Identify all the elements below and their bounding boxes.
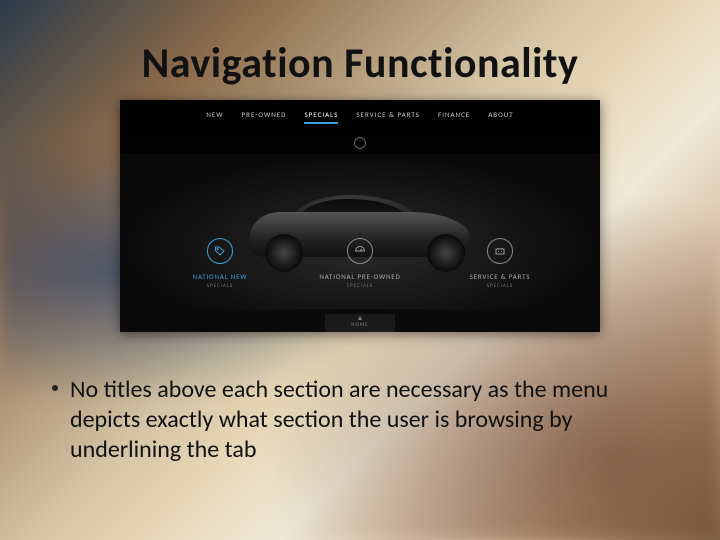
promo-cards: NATIONAL NEW SPECIALS NATIONAL PRE-OWNED… <box>120 238 600 289</box>
bullet-icon <box>52 385 58 391</box>
card-national-preowned[interactable]: NATIONAL PRE-OWNED SPECIALS <box>290 238 430 289</box>
bullet-text: No titles above each section are necessa… <box>70 375 608 464</box>
card-subtitle: SPECIALS <box>290 283 430 289</box>
home-tab[interactable]: ▴ HOME <box>325 314 395 332</box>
card-title: SERVICE & PARTS <box>430 272 570 281</box>
speedometer-icon <box>347 238 373 264</box>
card-title: NATIONAL PRE-OWNED <box>290 272 430 281</box>
card-title: NATIONAL NEW <box>150 272 290 281</box>
slide: Navigation Functionality NEW PRE-OWNED S… <box>0 0 720 540</box>
slide-title: Navigation Functionality <box>0 38 720 89</box>
embedded-screenshot: NEW PRE-OWNED SPECIALS SERVICE & PARTS F… <box>120 100 600 332</box>
battery-icon <box>487 238 513 264</box>
nav-item-service[interactable]: SERVICE & PARTS <box>356 110 420 124</box>
nav-item-finance[interactable]: FINANCE <box>438 110 470 124</box>
mesh-bar <box>120 132 600 154</box>
card-national-new[interactable]: NATIONAL NEW SPECIALS <box>150 238 290 289</box>
brand-logo-icon <box>354 137 366 149</box>
tag-icon <box>207 238 233 264</box>
card-subtitle: SPECIALS <box>150 283 290 289</box>
home-label: HOME <box>325 322 395 328</box>
bullet-point: No titles above each section are necessa… <box>70 375 660 465</box>
top-nav: NEW PRE-OWNED SPECIALS SERVICE & PARTS F… <box>120 100 600 132</box>
nav-item-specials[interactable]: SPECIALS <box>304 110 338 124</box>
card-subtitle: SPECIALS <box>430 283 570 289</box>
card-service-parts[interactable]: SERVICE & PARTS SPECIALS <box>430 238 570 289</box>
nav-item-new[interactable]: NEW <box>206 110 223 124</box>
nav-item-about[interactable]: ABOUT <box>488 110 513 124</box>
hero-area: NATIONAL NEW SPECIALS NATIONAL PRE-OWNED… <box>120 154 600 309</box>
chevron-up-icon: ▴ <box>325 314 395 322</box>
nav-item-preowned[interactable]: PRE-OWNED <box>242 110 287 124</box>
